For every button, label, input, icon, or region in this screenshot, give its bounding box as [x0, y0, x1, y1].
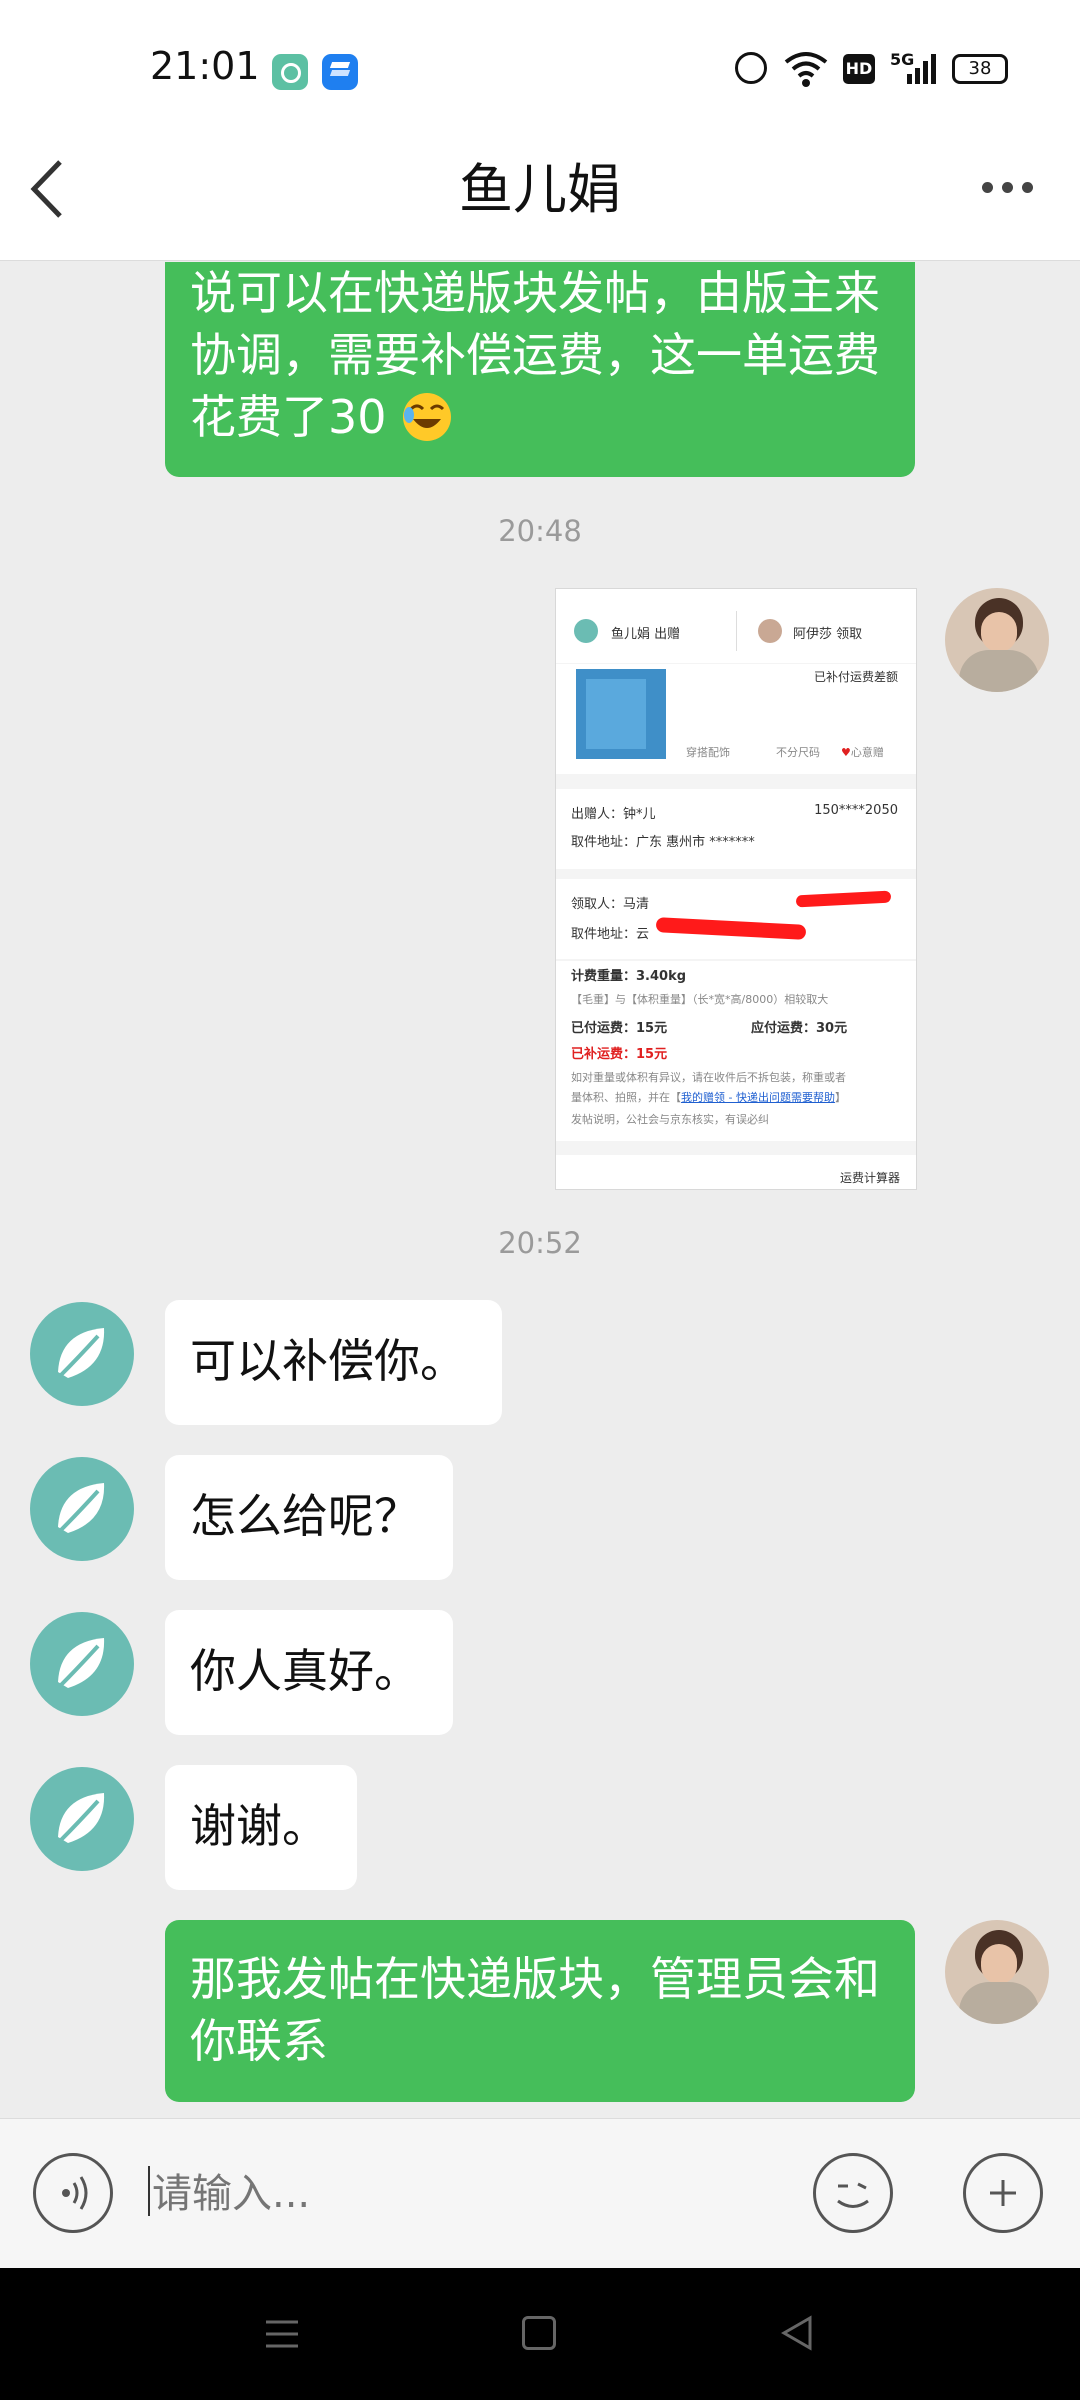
voice-icon	[62, 2176, 88, 2210]
voice-button[interactable]	[33, 2153, 113, 2233]
shared-image-card[interactable]: 鱼儿娟 出赠 阿伊莎 领取 已补付运费差额 穿搭配饰 不分尺码 ♥心意赠 出赠人…	[555, 588, 917, 1190]
dispute-note-2: 量体积、拍照，并在【我的赠领 - 快递出问题需要帮助】	[571, 1091, 846, 1104]
message-text: 你人真好。	[190, 1644, 420, 1698]
status-time: 21:01	[150, 44, 260, 88]
signal-icon	[907, 54, 936, 84]
alarm-icon	[735, 52, 767, 84]
leaf-logo-icon	[58, 1328, 105, 1378]
more-horizontal-icon[interactable]	[982, 182, 1038, 196]
message-text: 可以补偿你。	[190, 1334, 466, 1388]
help-link: 我的赠领 - 快递出问题需要帮助	[681, 1091, 835, 1104]
receiver-avatar	[758, 619, 782, 643]
incoming-message[interactable]: 怎么给呢？	[165, 1455, 453, 1580]
contact-avatar[interactable]	[30, 1612, 134, 1716]
back-triangle-icon[interactable]	[778, 2314, 816, 2352]
outgoing-message[interactable]: 那我发帖在快递版块，管理员会和你联系	[165, 1920, 915, 2102]
paid-status: 已补付运费差额	[813, 670, 898, 684]
receiver-address: 取件地址：云	[571, 927, 650, 942]
item-size: 不分尺码	[776, 746, 820, 759]
contact-avatar[interactable]	[30, 1767, 134, 1871]
contact-avatar[interactable]	[30, 1302, 134, 1406]
stack-app-icon	[322, 54, 358, 90]
message-text: 那我发帖在快递版块，管理员会和你联系	[190, 1952, 880, 2068]
giver-label: 出赠人：钟*儿	[571, 807, 656, 822]
message-text: 怎么给呢？	[190, 1489, 420, 1543]
receiver-label: 领取人：马清	[571, 897, 650, 912]
plus-icon	[990, 2180, 1016, 2206]
receiver-tab: 阿伊莎 领取	[793, 627, 863, 642]
due-fee: 应付运费：30元	[751, 1021, 848, 1036]
timestamp: 20:48	[498, 514, 582, 548]
redaction-mark	[655, 917, 807, 940]
charge-weight: 计费重量：3.40kg	[571, 969, 687, 984]
leaf-logo-icon	[58, 1638, 105, 1688]
redaction-mark	[795, 890, 892, 908]
laughing-emoji-icon	[403, 393, 452, 441]
fee-calculator-link[interactable]: 运费计算器	[840, 1169, 900, 1186]
add-button[interactable]	[963, 2153, 1043, 2233]
battery-icon: 38	[952, 54, 1008, 84]
weight-note: 【毛重】与【体积重量】（长*宽*高/8000）相较取大	[571, 993, 829, 1006]
topped-fee: 已补运费：15元	[571, 1047, 668, 1062]
item-category: 穿搭配饰	[686, 746, 730, 759]
giver-tab: 鱼儿娟 出赠	[611, 627, 681, 642]
outgoing-message[interactable]: 说可以在快递版块发帖，由版主来协调，需要补偿运费，这一单运费花费了30	[165, 262, 915, 477]
dispute-note-3: 发帖说明，公社会与京东核实，有误必纠	[571, 1113, 769, 1126]
leaf-logo-icon	[58, 1483, 105, 1533]
giver-avatar	[574, 619, 598, 643]
message-text: 谢谢。	[190, 1799, 328, 1853]
message-text: 说可以在快递版块发帖，由版主来协调，需要补偿运费，这一单运费花费了30	[190, 266, 880, 444]
pickup-address: 取件地址：广东 惠州市 *******	[571, 835, 755, 850]
leaf-logo-icon	[58, 1793, 105, 1843]
message-input[interactable]	[150, 2160, 794, 2228]
item-thumbnail	[576, 669, 666, 759]
contact-avatar[interactable]	[30, 1457, 134, 1561]
heart-tag: ♥心意赠	[841, 746, 884, 759]
giver-phone: 150****2050	[814, 803, 898, 818]
emoji-button[interactable]	[813, 2153, 893, 2233]
incoming-message[interactable]: 谢谢。	[165, 1765, 357, 1890]
menu-icon[interactable]	[262, 2316, 302, 2352]
hd-icon: HD	[843, 54, 875, 84]
paid-fee: 已付运费：15元	[571, 1021, 668, 1036]
wifi-icon	[784, 52, 828, 87]
app-notification-icon	[272, 54, 308, 90]
my-avatar[interactable]	[945, 588, 1049, 692]
battery-level: 38	[968, 58, 992, 79]
timestamp: 20:52	[498, 1226, 582, 1260]
home-icon[interactable]	[522, 2316, 556, 2350]
incoming-message[interactable]: 你人真好。	[165, 1610, 453, 1735]
page-title: 鱼儿娟	[459, 158, 621, 221]
my-avatar[interactable]	[945, 1920, 1049, 2024]
smile-icon	[837, 2182, 869, 2208]
incoming-message[interactable]: 可以补偿你。	[165, 1300, 502, 1425]
dispute-note: 如对重量或体积有异议，请在收件后不拆包装，称重或者	[571, 1071, 846, 1084]
